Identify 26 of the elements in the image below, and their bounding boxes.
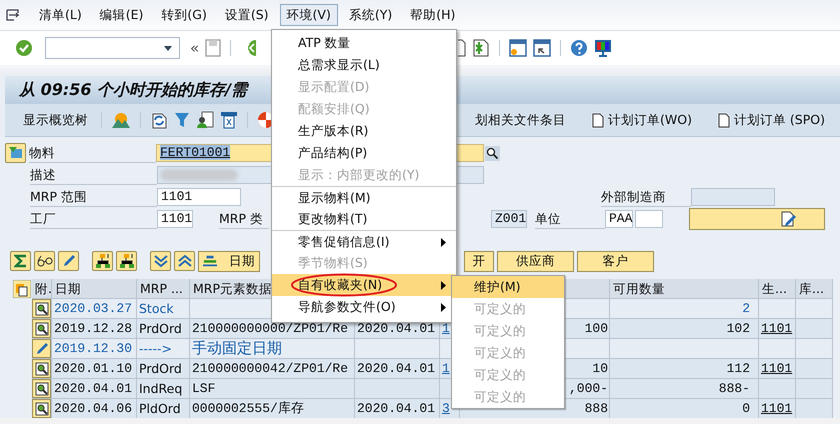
table-cell: 112 — [610, 359, 759, 379]
table-cell: PrdOrd — [137, 319, 190, 339]
table-cell: 2020.04.06 — [52, 399, 137, 418]
table-cell: 2 — [610, 299, 759, 319]
table-cell: IndReq — [137, 379, 190, 399]
table-cell: 2020.01.10 — [52, 359, 137, 379]
mrp-type-field: Z001 — [491, 210, 527, 228]
table-cell: 2019.12.30 — [52, 339, 137, 359]
table-cell: 2020.04.01 — [52, 379, 137, 399]
table-cell: 888- — [610, 379, 759, 399]
table-cell: 0000002555/库存 — [190, 399, 355, 418]
table-cell: 0 — [610, 399, 759, 418]
table-cell: 2020.04.01 — [355, 399, 440, 418]
table-cell: 手动固定日期 — [190, 339, 355, 359]
table-cell: Stock — [137, 299, 190, 319]
table-cell: 210000000042/ZP01/Re — [190, 359, 355, 379]
table-cell: PldOrd — [137, 399, 190, 418]
table-cell: 2019.12.28 — [52, 319, 137, 339]
field-label: MRP 类 — [219, 210, 269, 228]
table-cell: 102 — [610, 319, 759, 339]
table-cell: LSF — [190, 379, 355, 399]
table-cell: 2020.04.01 — [355, 359, 440, 379]
table-cell: PrdOrd — [137, 359, 190, 379]
screen-title: 从 09:56 个小时开始的库存/需 — [18, 80, 247, 100]
table-cell: -----> — [137, 339, 190, 359]
table-cell: 2020.03.27 — [52, 299, 137, 319]
